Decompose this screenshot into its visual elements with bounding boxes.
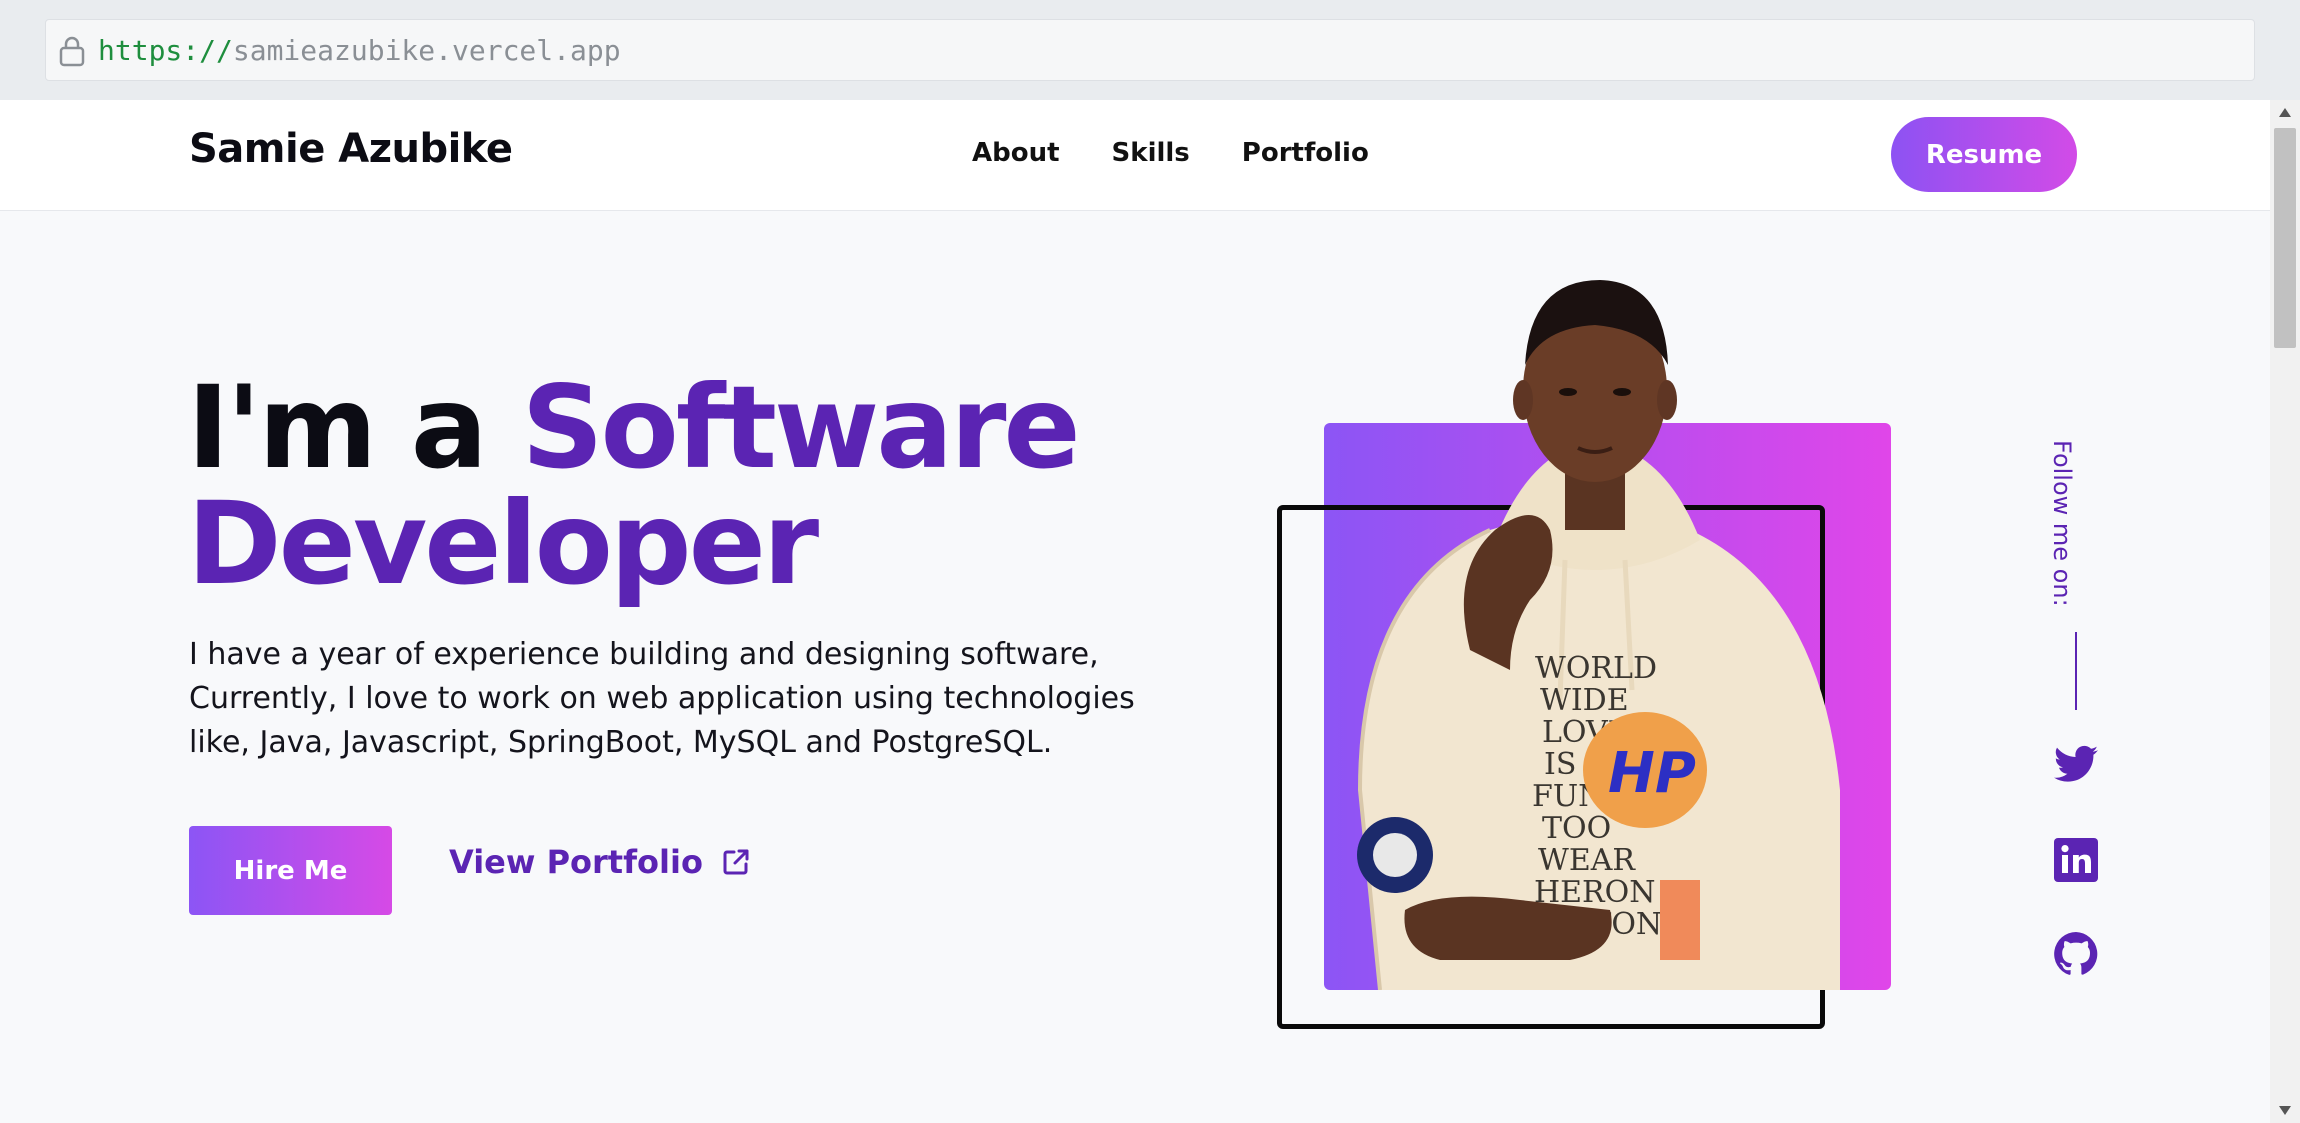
hoodie-text-6: TOO [1542,811,1611,846]
view-portfolio-label: View Portfolio [449,843,703,881]
github-icon[interactable] [2052,930,2100,978]
scroll-up-arrow-icon[interactable] [2279,108,2291,117]
vertical-scrollbar[interactable] [2270,100,2300,1123]
url-text: https://samieazubike.vercel.app [98,34,621,67]
nav-link-portfolio[interactable]: Portfolio [1242,138,1369,168]
hire-me-button[interactable]: Hire Me [189,826,392,915]
profile-photo: WORLD WIDE LOVE IS FUN TOO WEAR HERON PR… [1357,280,1840,990]
site-brand[interactable]: Samie Azubike [189,126,513,172]
hoodie-text-2: WIDE [1540,683,1629,718]
linkedin-icon[interactable] [2052,836,2100,884]
hoodie-logo-text: HP [1608,741,1696,806]
site-navbar: Samie Azubike About Skills Portfolio Res… [0,100,2270,211]
nav-link-skills[interactable]: Skills [1112,138,1190,168]
external-link-icon [723,849,749,875]
hoodie-text-4: IS [1544,747,1576,782]
view-portfolio-link[interactable]: View Portfolio [449,843,751,881]
hero-description: I have a year of experience building and… [189,637,1135,760]
hoodie-text-7: WEAR [1538,843,1636,878]
follow-divider [2075,632,2077,710]
nav-link-about[interactable]: About [972,138,1060,168]
hero-title: I'm a Software Developer [187,370,1081,602]
scroll-thumb[interactable] [2274,128,2296,348]
nav-links: About Skills Portfolio [972,138,1369,168]
twitter-icon[interactable] [2052,741,2100,789]
browser-toolbar: https://samieazubike.vercel.app [0,0,2300,100]
resume-button[interactable]: Resume [1891,117,2077,192]
scroll-down-arrow-icon[interactable] [2279,1106,2291,1115]
hero-title-lead: I'm a [187,361,488,494]
hoodie-text-1: WORLD [1535,651,1657,686]
follow-me-label: Follow me on: [2048,440,2076,607]
lock-icon [59,36,85,67]
address-bar[interactable]: https://samieazubike.vercel.app [45,19,2255,81]
hero-title-role-1: Software [521,361,1080,494]
hero-title-role-2: Developer [187,477,819,610]
